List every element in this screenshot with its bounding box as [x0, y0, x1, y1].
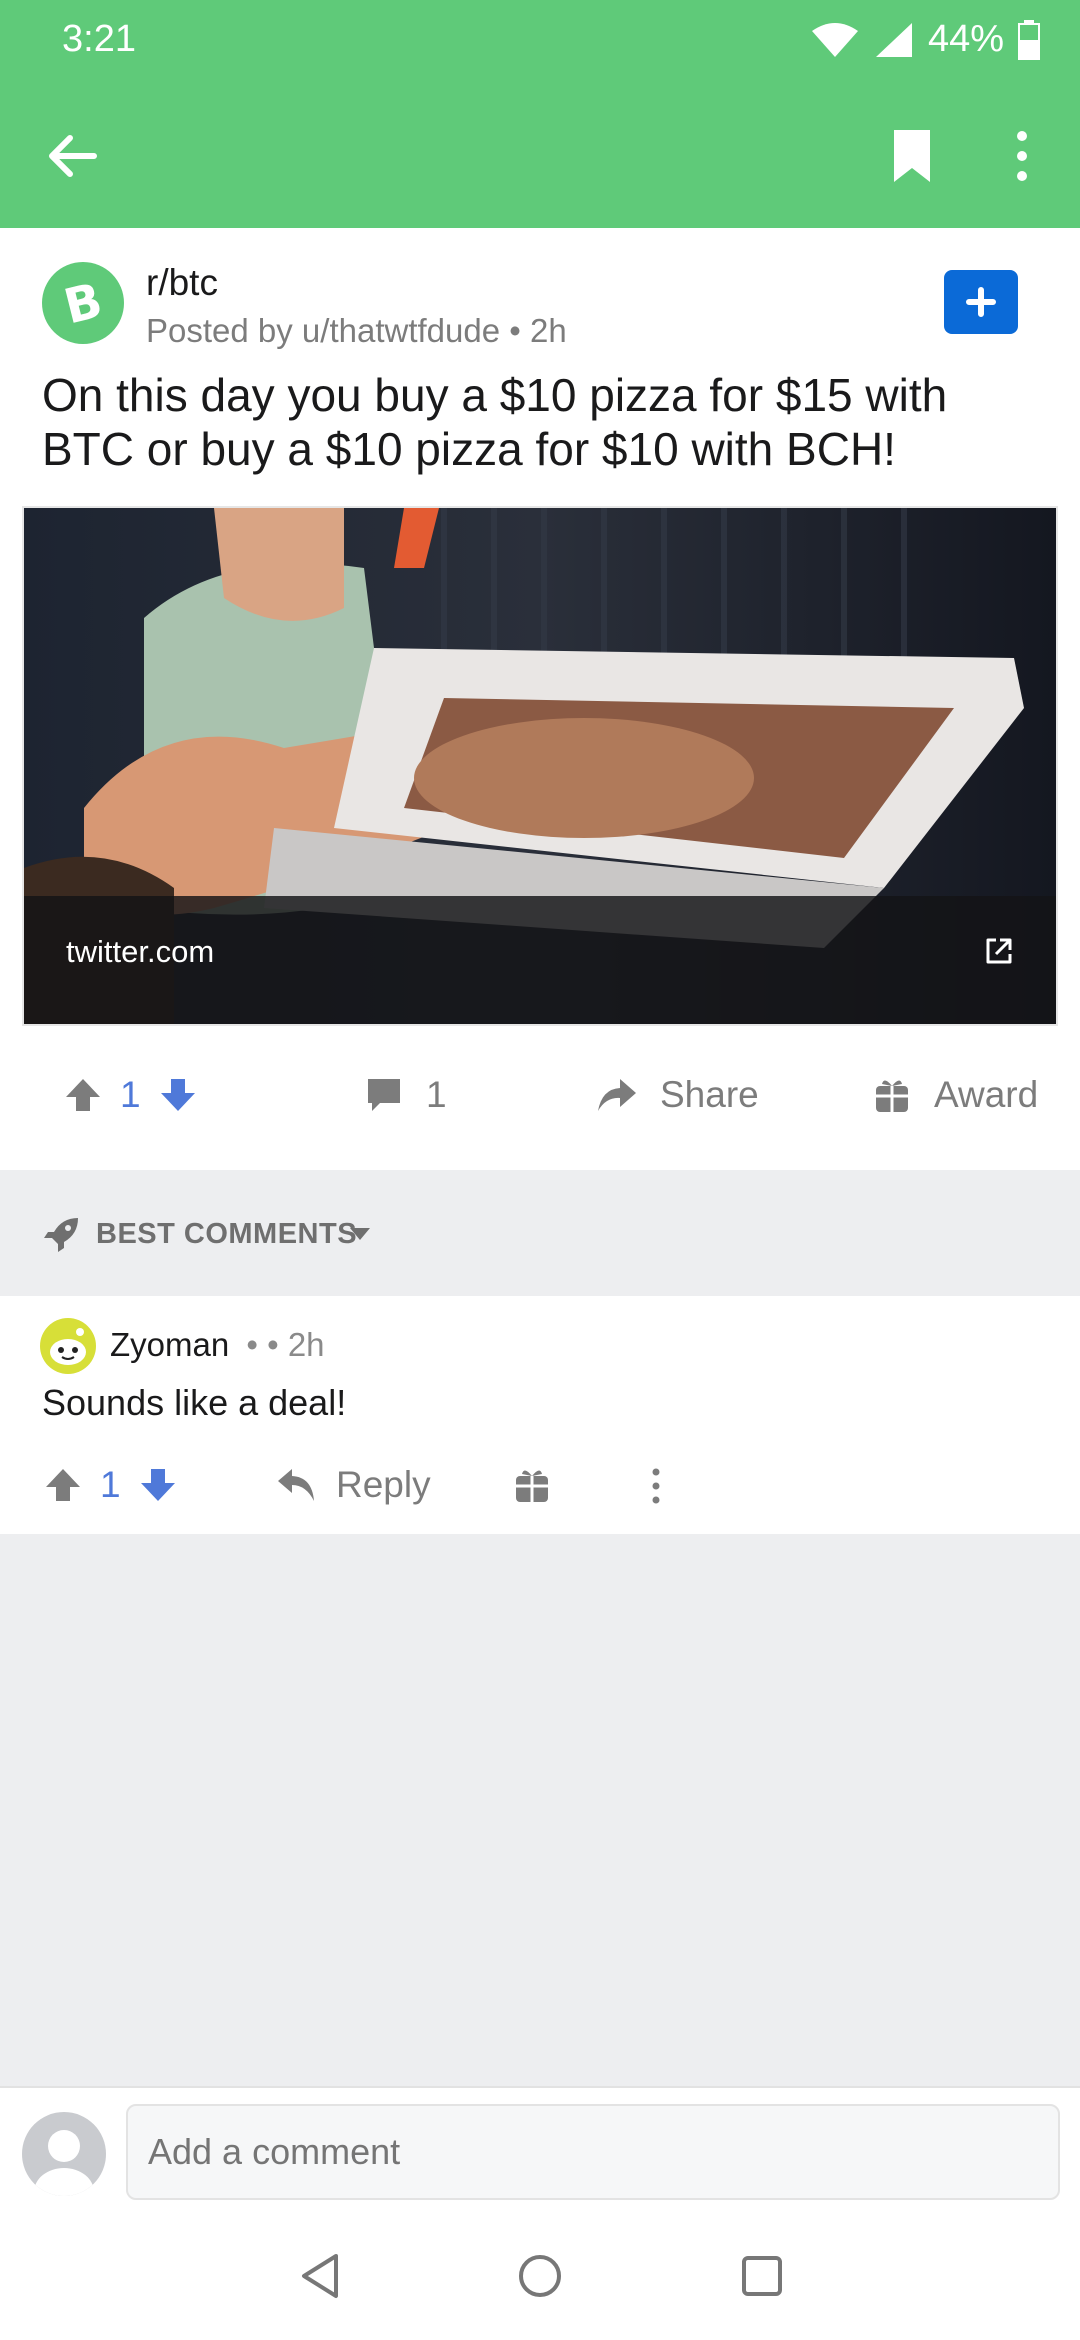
- user-avatar[interactable]: [22, 2112, 106, 2196]
- reply-label: Reply: [336, 1464, 431, 1505]
- comment-author-line[interactable]: Zyoman • • 2h: [110, 1326, 325, 1364]
- comment-more-button[interactable]: [646, 1466, 666, 1506]
- status-time: 3:21: [62, 18, 136, 60]
- post-vote-group: 1: [64, 1074, 197, 1116]
- share-arrow-icon: [598, 1079, 636, 1111]
- subreddit-avatar[interactable]: B: [42, 262, 124, 344]
- comments-button[interactable]: 1: [364, 1074, 447, 1116]
- award-label: Award: [934, 1074, 1039, 1115]
- bitcoin-logo-icon: B: [59, 272, 108, 335]
- nav-home-icon[interactable]: [516, 2252, 564, 2300]
- posted-by[interactable]: Posted by u/thatwtfdude • 2h: [146, 312, 567, 350]
- comment-sort-bar[interactable]: BEST COMMENTS: [0, 1170, 1080, 1296]
- battery-percent: 44%: [927, 18, 1004, 60]
- comment-composer: [0, 2086, 1080, 2216]
- reply-button[interactable]: Reply: [276, 1464, 431, 1506]
- wifi-icon: [811, 22, 858, 57]
- post-actions: 1 1 Share Award: [0, 1028, 1080, 1170]
- post-title[interactable]: On this day you buy a $10 pizza for $15 …: [42, 368, 1042, 476]
- comment-gift-icon: [516, 1470, 548, 1502]
- status-icons: 44%: [810, 18, 1040, 61]
- comment-input[interactable]: [126, 2104, 1060, 2200]
- app-bar: [0, 80, 1080, 228]
- comment-item: Zyoman • • 2h Sounds like a deal! 1 Repl…: [0, 1296, 1080, 1534]
- comment-downvote-icon[interactable]: [139, 1465, 177, 1505]
- bookmark-icon[interactable]: [880, 124, 944, 188]
- link-domain: twitter.com: [66, 934, 215, 969]
- default-user-icon: [34, 2130, 94, 2196]
- post-card: B r/btc Posted by u/thatwtfdude • 2h On …: [0, 228, 1080, 1170]
- join-button[interactable]: [944, 270, 1018, 334]
- external-link-icon: [986, 938, 1012, 964]
- svg-text:B: B: [59, 272, 108, 335]
- snoo-avatar-icon: [50, 1328, 86, 1365]
- link-bar[interactable]: twitter.com: [24, 896, 1056, 1024]
- reply-arrow-icon: [278, 1469, 314, 1501]
- comment-author[interactable]: Zyoman: [110, 1326, 229, 1363]
- upvote-icon[interactable]: [64, 1075, 102, 1115]
- signal-icon: [875, 22, 912, 57]
- share-button[interactable]: Share: [596, 1074, 759, 1116]
- plus-icon: [966, 287, 996, 317]
- comment-author-avatar[interactable]: [40, 1318, 96, 1374]
- system-nav-bar: [0, 2216, 1080, 2340]
- rocket-icon: [44, 1218, 78, 1252]
- post-comment-count: 1: [426, 1074, 447, 1115]
- more-options-icon[interactable]: [1002, 124, 1042, 188]
- award-button[interactable]: Award: [874, 1074, 1038, 1116]
- nav-recents-icon[interactable]: [740, 2252, 784, 2300]
- nav-back-icon[interactable]: [298, 2252, 342, 2300]
- status-bar: 3:21 44%: [0, 0, 1080, 80]
- share-label: Share: [660, 1074, 759, 1115]
- gift-icon: [876, 1080, 908, 1112]
- comment-body: Sounds like a deal!: [42, 1382, 347, 1423]
- battery-icon: [1018, 19, 1040, 60]
- downvote-icon[interactable]: [159, 1075, 197, 1115]
- chevron-down-icon: [350, 1228, 370, 1240]
- comment-award-button[interactable]: [514, 1466, 550, 1504]
- post-vote-count: 1: [120, 1074, 141, 1115]
- comment-meta: • • 2h: [246, 1326, 325, 1363]
- comment-more-icon: [652, 1468, 660, 1504]
- comment-bubble-icon: [368, 1079, 400, 1111]
- sort-label: BEST COMMENTS: [96, 1218, 358, 1250]
- comment-actions: 1 Reply: [0, 1454, 1080, 1522]
- comment-upvote-icon[interactable]: [44, 1465, 82, 1505]
- subreddit-name[interactable]: r/btc: [146, 262, 218, 304]
- comment-vote-group: 1: [44, 1464, 177, 1506]
- comment-vote-count: 1: [100, 1464, 121, 1505]
- back-arrow-icon[interactable]: [40, 124, 104, 188]
